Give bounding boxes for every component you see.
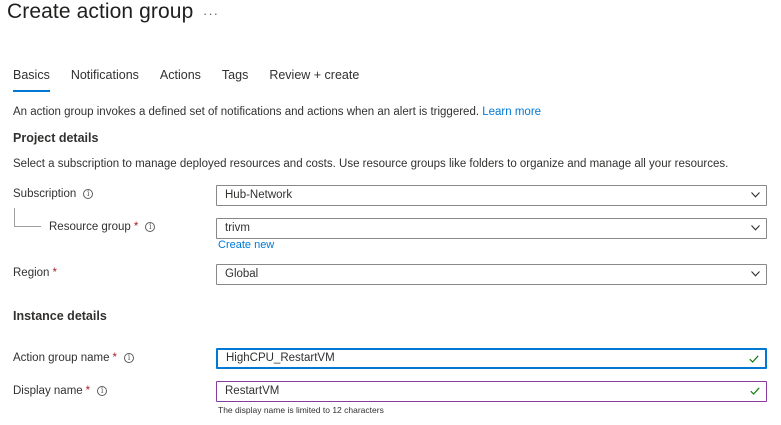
chevron-down-icon [751, 225, 760, 231]
project-details-description: Select a subscription to manage deployed… [13, 158, 729, 170]
subscription-value: Hub-Network [225, 189, 293, 201]
required-marker: * [52, 267, 57, 279]
create-new-link[interactable]: Create new [218, 239, 274, 251]
required-marker: * [133, 221, 139, 233]
intro-description: An action group invokes a defined set of… [13, 106, 480, 118]
intro-text: An action group invokes a defined set of… [13, 106, 541, 118]
display-name-label-text: Display name [13, 385, 83, 397]
tree-connector-branch [14, 226, 41, 227]
subscription-dropdown[interactable]: Hub-Network [216, 185, 767, 206]
tab-review-create[interactable]: Review + create [269, 68, 359, 90]
info-icon[interactable]: i [145, 222, 156, 232]
display-name-value: RestartVM [225, 385, 280, 397]
project-details-heading: Project details [13, 131, 99, 145]
tree-connector [14, 208, 15, 227]
display-name-hint: The display name is limited to 12 charac… [218, 405, 384, 415]
resource-group-dropdown[interactable]: trivm [216, 218, 767, 239]
info-icon[interactable]: i [83, 189, 94, 199]
checkmark-icon [749, 355, 759, 363]
region-dropdown[interactable]: Global [216, 264, 767, 285]
action-group-name-label-text: Action group name [13, 352, 110, 364]
required-marker: * [112, 352, 118, 364]
display-name-input[interactable]: RestartVM [216, 381, 767, 402]
resource-group-value: trivm [225, 222, 250, 234]
resource-group-label-text: Resource group [49, 221, 131, 233]
region-label: Region * [13, 267, 57, 279]
action-group-name-input[interactable]: HighCPU_RestartVM [216, 348, 767, 369]
tab-actions[interactable]: Actions [160, 68, 201, 90]
tab-tags[interactable]: Tags [222, 68, 248, 90]
region-value: Global [225, 268, 259, 280]
subscription-label: Subscription i [13, 188, 94, 200]
info-icon[interactable]: i [97, 386, 108, 396]
learn-more-link[interactable]: Learn more [482, 106, 541, 118]
required-marker: * [85, 385, 91, 397]
chevron-down-icon [751, 271, 760, 277]
chevron-down-icon [751, 192, 760, 198]
action-group-name-value: HighCPU_RestartVM [226, 352, 335, 364]
display-name-label: Display name * i [13, 385, 108, 397]
resource-group-label: Resource group * i [49, 221, 156, 233]
page-title: Create action group [7, 0, 194, 23]
region-label-text: Region [13, 267, 50, 279]
tab-notifications[interactable]: Notifications [71, 68, 139, 90]
action-group-name-label: Action group name * i [13, 352, 135, 364]
subscription-label-text: Subscription [13, 188, 77, 200]
info-icon[interactable]: i [124, 353, 135, 363]
more-options-button[interactable]: ··· [203, 6, 219, 21]
tab-basics[interactable]: Basics [13, 68, 50, 92]
instance-details-heading: Instance details [13, 309, 107, 323]
tab-bar: Basics Notifications Actions Tags Review… [13, 68, 380, 92]
checkmark-icon [750, 387, 760, 395]
